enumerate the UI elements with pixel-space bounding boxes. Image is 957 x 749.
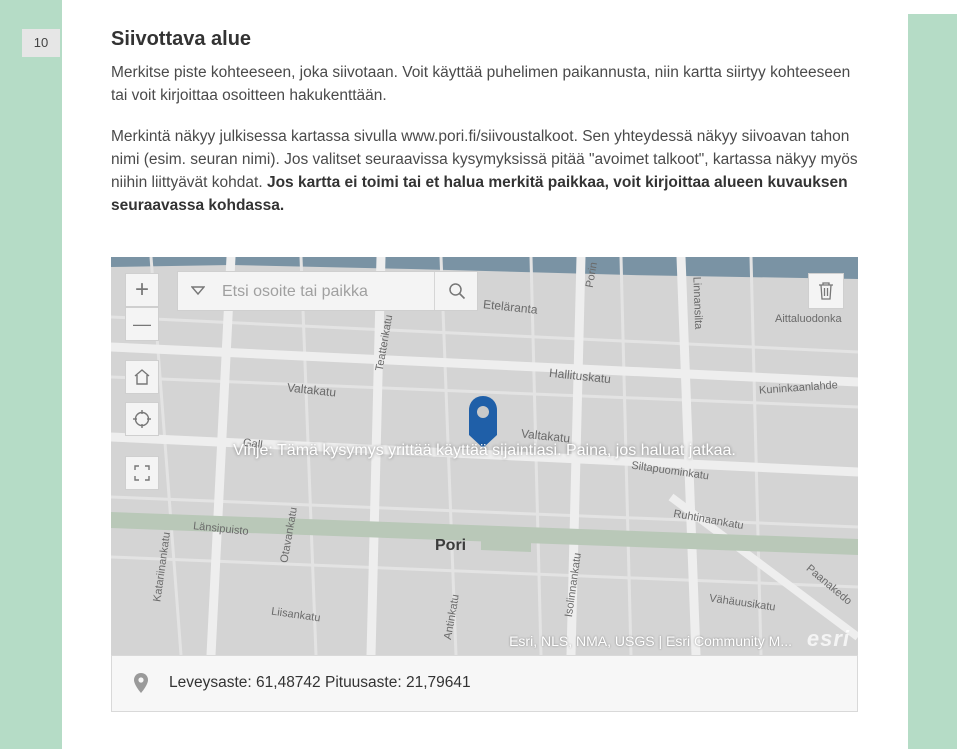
map-label: Linnansilta [690, 276, 705, 330]
left-side-band [0, 0, 62, 749]
right-side-band [908, 14, 957, 749]
map-view[interactable]: Eteläranta Porin Linnansilta Aittaluodon… [111, 257, 858, 655]
esri-logo: esri [806, 626, 850, 651]
description-paragraph-2: Merkintä näkyy julkisessa kartassa sivul… [111, 125, 861, 217]
coordinates-bar: Leveysaste: 61,48742 Pituusaste: 21,7964… [111, 655, 858, 712]
search-icon [448, 283, 465, 300]
search-input[interactable] [220, 276, 434, 308]
fullscreen-button[interactable] [125, 456, 159, 490]
address-search [177, 271, 478, 311]
zoom-in-button[interactable]: + [125, 273, 159, 307]
search-source-dropdown[interactable] [178, 272, 218, 310]
map-location-pin-icon[interactable] [468, 395, 498, 449]
zoom-out-button[interactable]: — [125, 307, 159, 341]
chevron-down-icon [191, 286, 205, 296]
locate-icon [133, 410, 151, 428]
locate-button[interactable] [125, 402, 159, 436]
location-marker-icon [134, 673, 148, 693]
fullscreen-icon [134, 465, 150, 481]
map-label: Aittaluodonka [775, 313, 842, 325]
location-hint[interactable]: Vihje: Tämä kysymys yrittää käyttää sija… [111, 442, 858, 460]
home-button[interactable] [125, 360, 159, 394]
question-number: 10 [22, 29, 60, 57]
description-paragraph-1: Merkitse piste kohteeseen, joka siivotaa… [111, 64, 851, 104]
home-icon [134, 369, 150, 385]
question-title: Siivottava alue [111, 28, 252, 50]
coordinates-text: Leveysaste: 61,48742 Pituusaste: 21,7964… [169, 674, 471, 691]
trash-icon [819, 282, 833, 300]
map-label: Pori [435, 537, 467, 554]
question-description: Merkitse piste kohteeseen, joka siivotaa… [111, 61, 861, 235]
map-attribution[interactable]: Esri, NLS, NMA, USGS | Esri Community M.… [509, 633, 792, 649]
search-button[interactable] [434, 272, 478, 310]
delete-point-button[interactable] [808, 273, 844, 309]
